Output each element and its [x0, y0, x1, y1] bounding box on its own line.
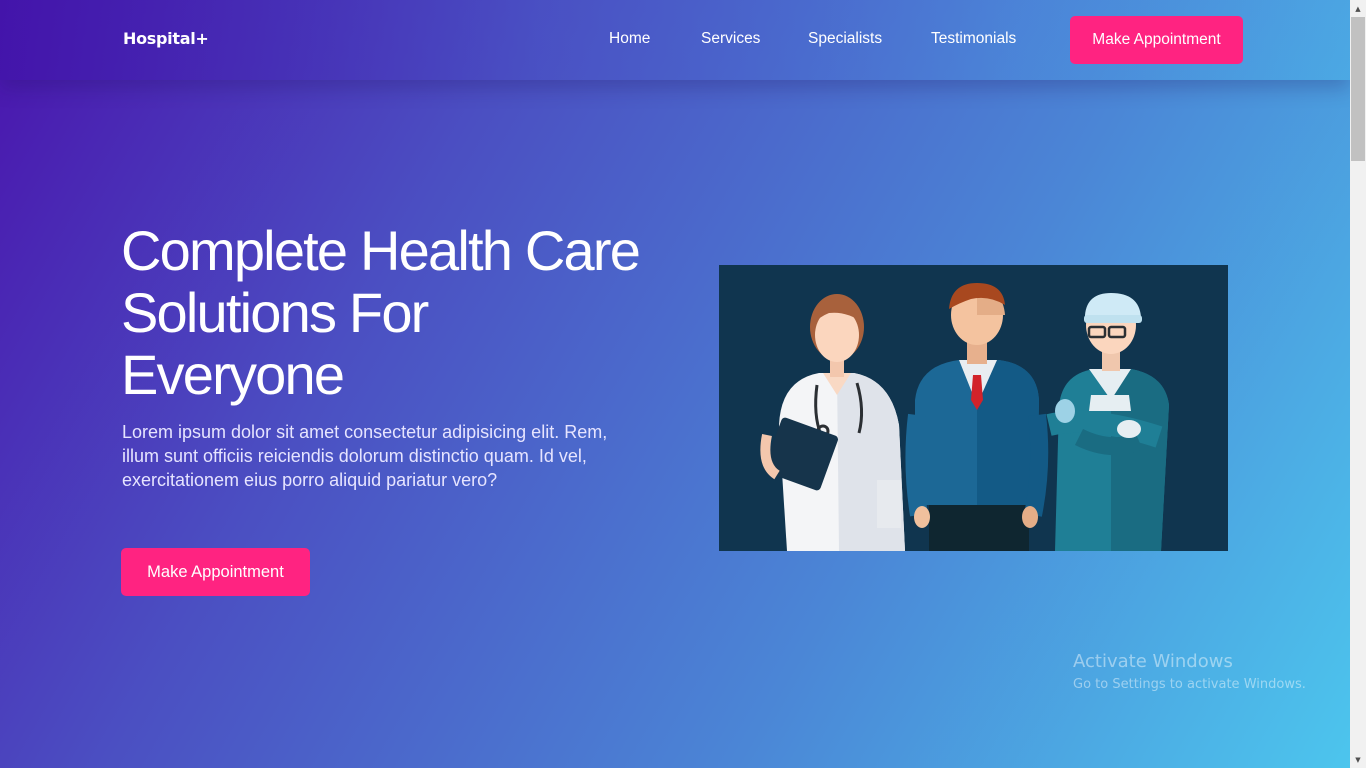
doctors-illustration — [719, 265, 1228, 551]
scroll-up-arrow-icon[interactable]: ▲ — [1350, 0, 1366, 17]
hero-description: Lorem ipsum dolor sit amet consectetur a… — [122, 422, 608, 490]
nav-link-home[interactable]: Home — [609, 30, 650, 48]
nav-link-specialists[interactable]: Specialists — [808, 30, 882, 48]
nav-link-testimonials[interactable]: Testimonials — [931, 30, 1016, 48]
surgeon-figure — [1046, 293, 1169, 551]
windows-activation-title: Activate Windows — [1073, 651, 1233, 672]
female-doctor-figure — [760, 294, 905, 551]
doctors-illustration-icon — [760, 283, 1169, 551]
hero-title: Complete Health Care Solutions For Every… — [121, 219, 641, 406]
brand-logo[interactable]: Hospital+ — [123, 29, 209, 48]
scroll-down-arrow-icon[interactable]: ▼ — [1350, 751, 1366, 768]
male-staff-figure — [905, 283, 1049, 551]
hero-make-appointment-button[interactable]: Make Appointment — [121, 548, 310, 596]
nav-make-appointment-button[interactable]: Make Appointment — [1070, 16, 1243, 64]
scrollbar-thumb[interactable] — [1351, 17, 1365, 161]
windows-activation-subtitle: Go to Settings to activate Windows. — [1073, 677, 1306, 692]
nav-link-services[interactable]: Services — [701, 30, 760, 48]
top-navbar: Hospital+ Home Services Specialists Test… — [0, 0, 1350, 80]
